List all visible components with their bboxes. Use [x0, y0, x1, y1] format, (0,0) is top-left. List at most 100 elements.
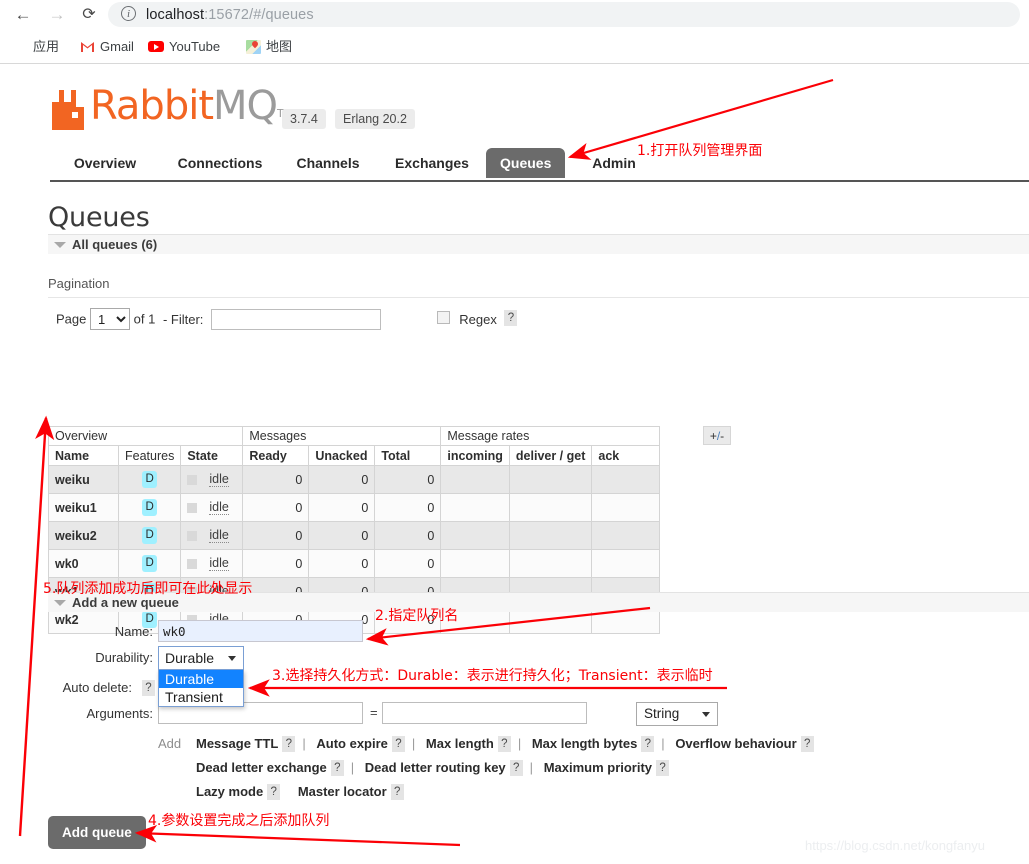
table-row[interactable]: weiku2 D idle 0 0 0 [49, 522, 660, 550]
preset-dead-letter-exchange[interactable]: Dead letter exchange [196, 760, 327, 775]
bookmark-maps-label: 地图 [266, 39, 292, 54]
preset-message-ttl[interactable]: Message TTL [196, 736, 278, 751]
collapse-triangle-icon[interactable] [54, 242, 66, 248]
preset-master-locator[interactable]: Master locator [298, 784, 387, 799]
queue-state: idle [181, 550, 243, 578]
rate-ack [592, 466, 660, 494]
queue-name[interactable]: wk0 [49, 550, 119, 578]
durability-option-durable[interactable]: Durable [159, 670, 243, 688]
separator: | [530, 760, 533, 775]
messages-total: 0 [375, 522, 441, 550]
overflow-behaviour-help-icon[interactable]: ? [801, 736, 814, 752]
page-select[interactable]: 1 [90, 308, 130, 330]
maximum-priority-help-icon[interactable]: ? [656, 760, 669, 776]
state-text[interactable]: idle [209, 528, 228, 543]
column-ack[interactable]: ack [592, 446, 660, 466]
annotation-step-3: 3.选择持久化方式：Durable：表示进行持久化；Transient：表示临时 [272, 665, 713, 685]
state-text[interactable]: idle [209, 500, 228, 515]
preset-auto-expire[interactable]: Auto expire [316, 736, 388, 751]
column-incoming[interactable]: incoming [441, 446, 510, 466]
tab-queues[interactable]: Queues [486, 148, 565, 178]
queue-name[interactable]: weiku1 [49, 494, 119, 522]
state-text[interactable]: idle [209, 556, 228, 571]
column-ready[interactable]: Ready [243, 446, 309, 466]
preset-max-length[interactable]: Max length [426, 736, 494, 751]
bookmark-maps[interactable]: 地图 [246, 36, 292, 58]
dead-letter-routing-key-help-icon[interactable]: ? [510, 760, 523, 776]
bookmark-apps[interactable]: 应用 [33, 36, 59, 58]
lazy-mode-help-icon[interactable]: ? [267, 784, 280, 800]
pagination-label: Pagination [48, 276, 109, 291]
message-ttl-help-icon[interactable]: ? [282, 736, 295, 752]
group-header-messages: Messages [243, 427, 441, 446]
messages-unacked: 0 [309, 494, 375, 522]
all-queues-section-header[interactable]: All queues (6) [48, 234, 1029, 254]
reload-icon[interactable]: ⟳ [76, 2, 102, 28]
table-row[interactable]: weiku D idle 0 0 0 [49, 466, 660, 494]
max-length-bytes-help-icon[interactable]: ? [641, 736, 654, 752]
argument-value-input[interactable] [382, 702, 587, 724]
regex-help-icon[interactable]: ? [504, 310, 517, 326]
page-word: Page [56, 312, 86, 327]
url-host: localhost [146, 7, 204, 23]
queue-name[interactable]: weiku2 [49, 522, 119, 550]
preset-overflow-behaviour[interactable]: Overflow behaviour [675, 736, 796, 751]
queue-name[interactable]: weiku [49, 466, 119, 494]
column-name[interactable]: Name [49, 446, 119, 466]
tab-channels[interactable]: Channels [285, 148, 371, 178]
page-title: Queues [48, 202, 150, 233]
back-arrow-icon[interactable]: ← [10, 2, 36, 28]
annotation-step-5: 5.队列添加成功后即可在此处显示 [43, 578, 252, 598]
durability-select[interactable]: Durable Durable Transient [158, 646, 244, 707]
durability-option-transient[interactable]: Transient [159, 688, 243, 706]
toggle-columns-button[interactable]: +/- [703, 426, 731, 445]
rate-deliver-get [509, 522, 591, 550]
collapse-triangle-icon[interactable] [54, 600, 66, 606]
regex-label: Regex [459, 312, 497, 327]
master-locator-help-icon[interactable]: ? [391, 784, 404, 800]
rate-ack [592, 494, 660, 522]
all-queues-label: All queues (6) [72, 237, 157, 252]
forward-arrow-icon[interactable]: → [44, 2, 70, 28]
tab-overview[interactable]: Overview [60, 148, 150, 178]
filter-input[interactable] [211, 309, 381, 330]
info-circle-icon[interactable]: i [121, 6, 136, 21]
table-row[interactable]: weiku1 D idle 0 0 0 [49, 494, 660, 522]
queues-table-head: Overview Messages Message rates Name Fea… [49, 427, 660, 466]
preset-max-length-bytes[interactable]: Max length bytes [532, 736, 637, 751]
autodelete-help-icon[interactable]: ? [142, 680, 155, 696]
bookmark-youtube[interactable]: YouTube [148, 36, 220, 58]
messages-unacked: 0 [309, 550, 375, 578]
preset-line-1: Message TTL?| Auto expire?| Max length?|… [196, 736, 814, 760]
column-deliver-get[interactable]: deliver / get [509, 446, 591, 466]
main-nav-tabs: Overview Connections Channels Exchanges … [50, 150, 1029, 182]
preset-lazy-mode[interactable]: Lazy mode [196, 784, 263, 799]
preset-dead-letter-routing-key[interactable]: Dead letter routing key [365, 760, 506, 775]
messages-total: 0 [375, 550, 441, 578]
column-state[interactable]: State [181, 446, 243, 466]
queue-name-input[interactable] [158, 620, 363, 642]
state-text[interactable]: idle [209, 472, 228, 487]
tab-exchanges[interactable]: Exchanges [382, 148, 482, 178]
dead-letter-exchange-help-icon[interactable]: ? [331, 760, 344, 776]
column-total[interactable]: Total [375, 446, 441, 466]
durability-options-list[interactable]: Durable Transient [158, 670, 244, 707]
durable-badge-icon: D [142, 499, 157, 516]
auto-expire-help-icon[interactable]: ? [392, 736, 405, 752]
preset-maximum-priority[interactable]: Maximum priority [544, 760, 652, 775]
durable-badge-icon: D [142, 555, 157, 572]
column-features[interactable]: Features [119, 446, 181, 466]
tab-connections[interactable]: Connections [165, 148, 275, 178]
column-unacked[interactable]: Unacked [309, 446, 375, 466]
rate-ack [592, 522, 660, 550]
max-length-help-icon[interactable]: ? [498, 736, 511, 752]
durability-select-box[interactable]: Durable [158, 646, 244, 670]
argument-type-select[interactable]: String [636, 702, 718, 726]
add-queue-button[interactable]: Add queue [48, 816, 146, 849]
bookmark-youtube-label: YouTube [169, 39, 220, 54]
regex-checkbox[interactable] [437, 311, 450, 324]
address-bar[interactable]: i localhost:15672/#/queues [108, 2, 1020, 27]
table-row[interactable]: wk0 D idle 0 0 0 [49, 550, 660, 578]
google-maps-icon [246, 40, 261, 54]
bookmark-gmail[interactable]: Gmail [80, 36, 134, 58]
